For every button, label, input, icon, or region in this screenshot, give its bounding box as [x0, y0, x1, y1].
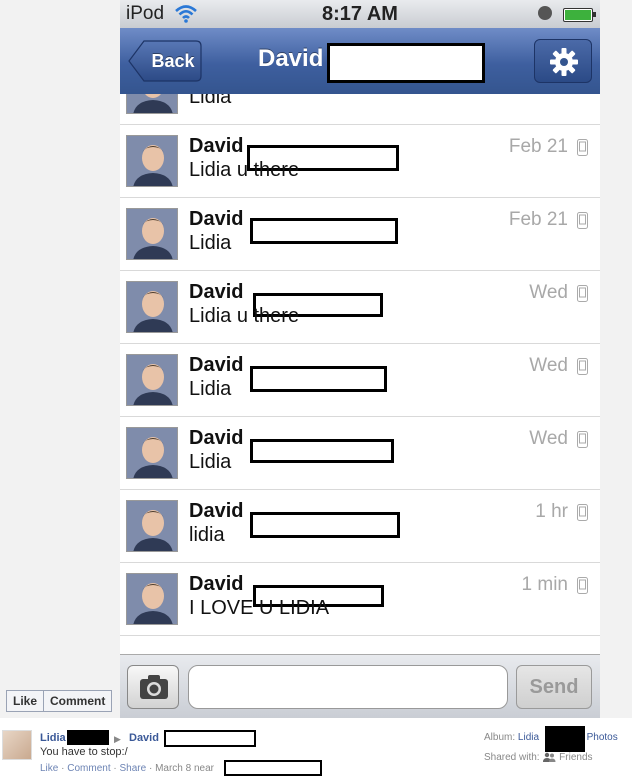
post-recipient-link[interactable]: David: [129, 732, 159, 744]
post-date: March 8 near: [155, 763, 214, 774]
back-button[interactable]: Back: [128, 40, 202, 82]
facebook-post: Lidia ▶ David You have to stop:/ Like · …: [0, 718, 632, 783]
message-sender: David: [189, 573, 244, 595]
phone-icon: [577, 285, 588, 302]
phone-icon: [577, 504, 588, 521]
message-time: Wed: [529, 428, 568, 449]
redacted-location: [224, 760, 322, 776]
post-privacy: Shared with: Friends: [484, 752, 593, 763]
nav-bar: Back David: [120, 28, 600, 95]
avatar: [126, 354, 178, 406]
avatar: [126, 500, 178, 552]
message-sender: David: [189, 208, 244, 230]
battery-icon: [563, 8, 596, 22]
message-item[interactable]: David I LOVE U LIDIA 1 min: [120, 563, 600, 636]
post-comment-link[interactable]: Comment: [67, 763, 110, 774]
post-share-link[interactable]: Share: [120, 763, 147, 774]
status-bar: iPod 8:17 AM: [120, 0, 600, 28]
send-button[interactable]: Send: [516, 665, 592, 709]
redacted-name: [67, 730, 109, 745]
post-like-link[interactable]: Like: [40, 763, 58, 774]
shared-prefix: Shared with:: [484, 752, 540, 763]
poster-avatar[interactable]: [2, 730, 32, 760]
message-text: lidia: [189, 524, 225, 546]
avatar: [126, 135, 178, 187]
redacted-surname: [250, 218, 398, 244]
lock-icon: [538, 6, 552, 20]
message-time: 1 hr: [535, 501, 568, 522]
message-list[interactable]: Lidia David Lidia u there Feb 21 David L…: [120, 94, 600, 654]
message-text: Lidia: [189, 232, 232, 254]
phone-icon: [577, 139, 588, 156]
post-text: You have to stop:/: [40, 746, 128, 758]
redacted-surname: [250, 512, 400, 538]
post-author-link[interactable]: Lidia: [40, 732, 66, 744]
message-time: Wed: [529, 282, 568, 303]
phone-icon: [577, 431, 588, 448]
album-prefix: Album:: [484, 732, 516, 743]
message-item[interactable]: David Lidia Wed: [120, 344, 600, 417]
friends-icon: [543, 753, 556, 763]
message-sender: David: [189, 500, 244, 522]
camera-icon: [140, 675, 168, 699]
message-text: Lidia: [189, 451, 232, 473]
message-sender: David: [189, 427, 244, 449]
shared-with[interactable]: Friends: [559, 752, 592, 763]
arrow-right-icon: ▶: [114, 734, 121, 744]
message-text: Lidia: [189, 94, 232, 108]
messenger-screen: iPod 8:17 AM Back David Lidia David Lidi…: [120, 0, 600, 718]
message-text: Lidia: [189, 378, 232, 400]
message-item[interactable]: David Lidia u there Wed: [120, 271, 600, 344]
album-link[interactable]: Lidia: [518, 732, 539, 743]
post-actions: Like · Comment · Share · March 8 near: [40, 763, 214, 774]
message-text: Lidia u there: [189, 305, 300, 327]
back-label: Back: [151, 51, 195, 71]
message-text: I LOVE U LIDIA: [189, 597, 330, 619]
message-composer: Send: [120, 654, 600, 718]
avatar: [126, 573, 178, 625]
comment-button[interactable]: Comment: [43, 691, 111, 711]
message-item[interactable]: David lidia 1 hr: [120, 490, 600, 563]
message-time: Wed: [529, 355, 568, 376]
message-sender: David: [189, 354, 244, 376]
like-button[interactable]: Like: [7, 691, 43, 711]
message-time: 1 min: [521, 574, 568, 595]
message-sender: David: [189, 281, 244, 303]
like-comment-bar: Like Comment: [6, 690, 113, 712]
message-sender: David: [189, 135, 244, 157]
avatar: [126, 281, 178, 333]
message-item[interactable]: David Lidia u there Feb 21: [120, 125, 600, 198]
message-text: Lidia u there: [189, 159, 300, 181]
message-time: Feb 21: [508, 136, 568, 157]
status-time: 8:17 AM: [322, 3, 398, 25]
gear-icon: [550, 48, 578, 76]
settings-button[interactable]: [534, 39, 592, 83]
message-item[interactable]: Lidia: [120, 94, 600, 125]
message-item[interactable]: David Lidia Feb 21: [120, 198, 600, 271]
message-item[interactable]: David Lidia Wed: [120, 417, 600, 490]
avatar: [126, 208, 178, 260]
avatar: [126, 427, 178, 479]
redacted-name: [164, 730, 256, 747]
redacted-surname: [250, 366, 387, 392]
phone-icon: [577, 577, 588, 594]
avatar: [126, 94, 178, 114]
conversation-title: David: [258, 45, 324, 72]
redacted-album-name: [545, 726, 585, 752]
album-photos-link[interactable]: Photos: [587, 732, 618, 743]
redacted-surname: [327, 43, 485, 83]
phone-icon: [577, 358, 588, 375]
message-input[interactable]: [188, 665, 508, 709]
message-time: Feb 21: [508, 209, 568, 230]
phone-icon: [577, 212, 588, 229]
redacted-surname: [250, 439, 394, 463]
camera-button[interactable]: [127, 665, 179, 709]
